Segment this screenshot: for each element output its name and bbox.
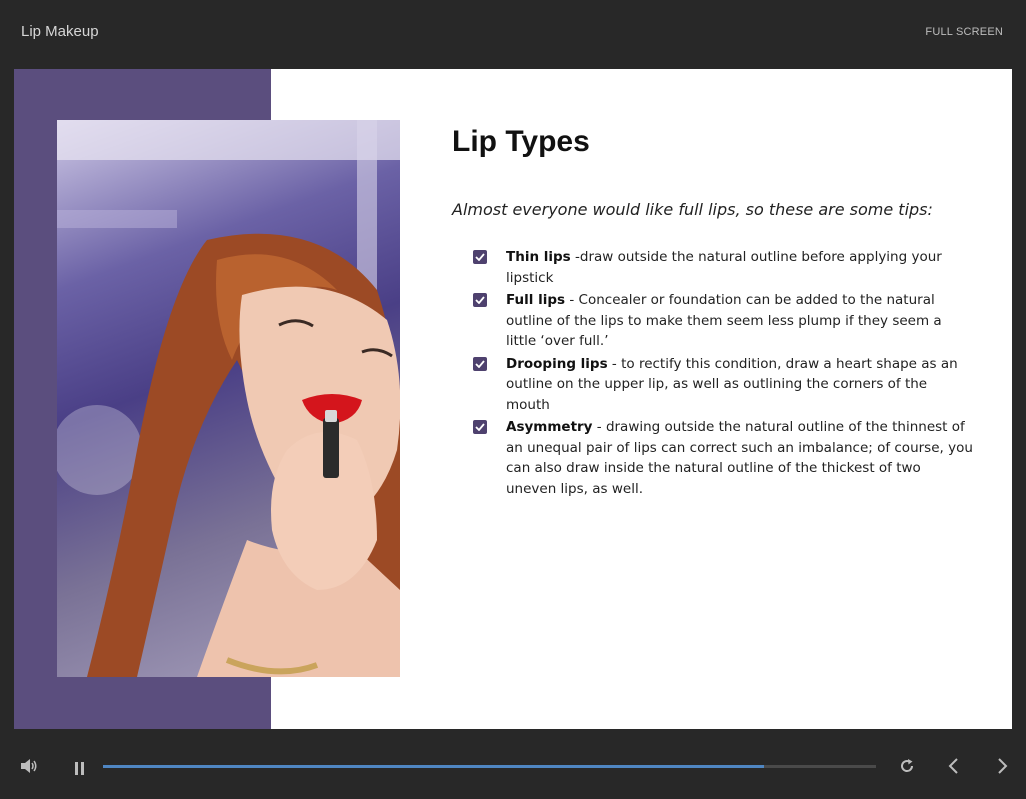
pause-button[interactable] [74,760,86,779]
slide: Lip Types Almost everyone would like ful… [14,69,1012,729]
intro-text: Almost everyone would like full lips, so… [452,200,933,219]
progress-bar[interactable] [103,765,876,768]
list-item: Full lips - Concealer or foundation can … [473,290,973,352]
tip-heading: Full lips [506,292,566,308]
chevron-right-icon [998,758,1008,774]
speaker-icon [21,759,37,773]
checkbox-icon [473,356,487,371]
tip-text: -draw outside the natural outline before… [506,249,942,286]
replay-icon [901,759,914,772]
list-item: Thin lips -draw outside the natural outl… [473,247,973,288]
tip-text: - Concealer or foundation can be added t… [506,292,942,349]
slide-title: Lip Types [452,125,590,158]
tips-list: Thin lips -draw outside the natural outl… [473,247,973,501]
checkbox-icon [473,420,487,434]
photo-illustration [57,120,400,677]
list-item: Asymmetry - drawing outside the natural … [473,417,973,499]
tip-heading: Thin lips [506,249,571,265]
chevron-left-icon [948,758,958,774]
app-title: Lip Makeup [21,23,99,40]
fullscreen-button[interactable]: FULL SCREEN [925,26,1003,38]
checkbox-icon [473,250,487,264]
list-item: Drooping lips - to rectify this conditio… [473,354,973,416]
top-bar: Lip Makeup FULL SCREEN [0,0,1026,69]
player-controls [0,729,1026,799]
next-slide-button[interactable] [995,758,1009,778]
tip-heading: Asymmetry [506,419,593,435]
progress-fill [103,765,764,768]
tip-heading: Drooping lips [506,355,608,372]
woman-applying-lipstick-photo [57,120,400,677]
pause-icon [75,762,84,775]
previous-slide-button[interactable] [947,758,961,778]
replay-button[interactable] [899,758,915,778]
checkbox-icon [473,293,487,307]
volume-button[interactable] [20,758,38,778]
